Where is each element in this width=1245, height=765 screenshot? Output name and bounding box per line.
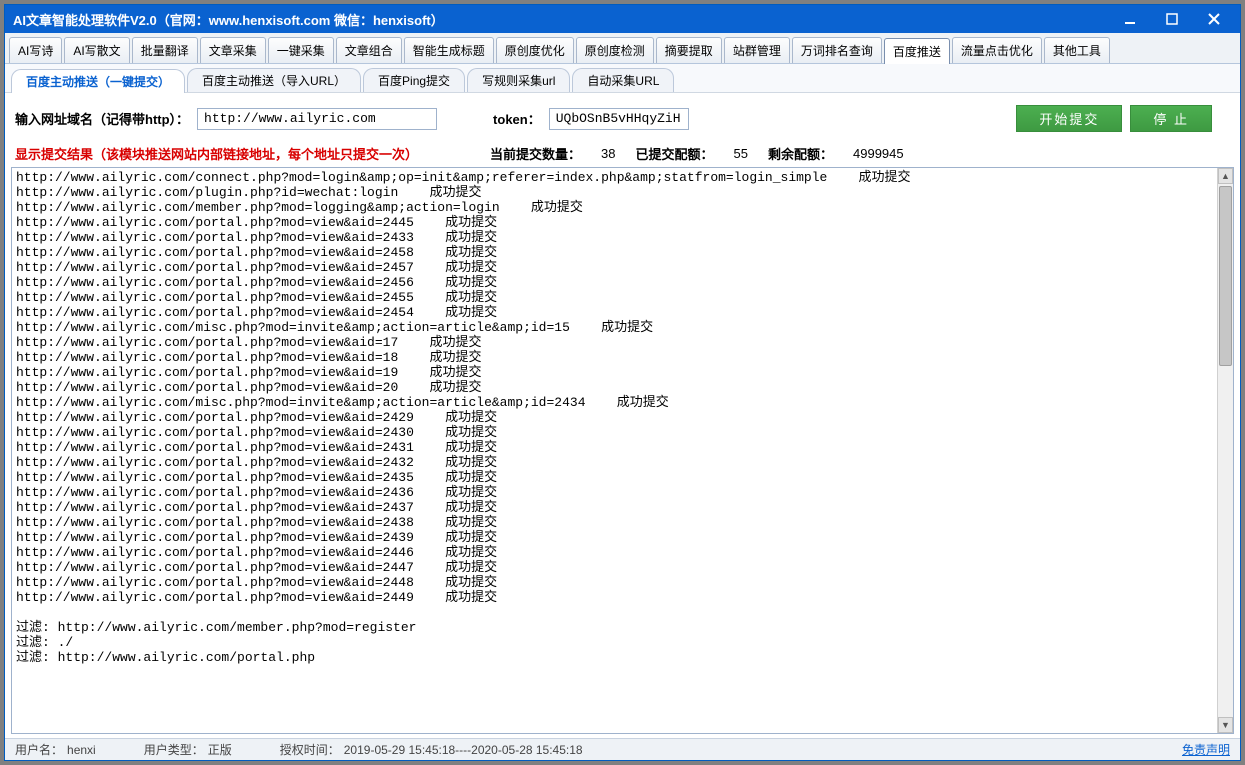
status-user-label: 用户名： bbox=[15, 741, 63, 758]
stats-row: 显示提交结果（该模块推送网站内部链接地址，每个地址只提交一次） 当前提交数量： … bbox=[5, 142, 1240, 167]
submitted-quota-value: 55 bbox=[720, 146, 762, 161]
main-tab-7[interactable]: 原创度优化 bbox=[496, 37, 574, 63]
titlebar: AI文章智能处理软件V2.0（官网：www.henxisoft.com 微信：h… bbox=[5, 5, 1240, 33]
sub-tab-3[interactable]: 写规则采集url bbox=[467, 68, 570, 92]
main-tab-5[interactable]: 文章组合 bbox=[336, 37, 402, 63]
sub-tab-0[interactable]: 百度主动推送（一键提交） bbox=[11, 69, 185, 93]
status-bar: 用户名： henxi 用户类型： 正版 授权时间： 2019-05-29 15:… bbox=[5, 738, 1240, 760]
scroll-thumb[interactable] bbox=[1219, 186, 1232, 366]
status-auth-label: 授权时间： bbox=[280, 741, 340, 758]
remaining-quota-label: 剩余配额： bbox=[768, 144, 833, 163]
main-tab-10[interactable]: 站群管理 bbox=[724, 37, 790, 63]
remaining-quota-value: 4999945 bbox=[839, 146, 918, 161]
main-tab-8[interactable]: 原创度检测 bbox=[576, 37, 654, 63]
current-count-label: 当前提交数量： bbox=[490, 144, 581, 163]
minimize-button[interactable] bbox=[1110, 9, 1150, 29]
token-input[interactable] bbox=[549, 108, 689, 130]
sub-tab-1[interactable]: 百度主动推送（导入URL） bbox=[187, 68, 361, 92]
log-text[interactable]: http://www.ailyric.com/connect.php?mod=l… bbox=[12, 168, 1217, 733]
app-window: AI文章智能处理软件V2.0（官网：www.henxisoft.com 微信：h… bbox=[4, 4, 1241, 761]
scrollbar: ▲ ▼ bbox=[1217, 168, 1233, 733]
main-tab-11[interactable]: 万词排名查询 bbox=[792, 37, 882, 63]
sub-tab-2[interactable]: 百度Ping提交 bbox=[363, 68, 465, 92]
status-auth-value: 2019-05-29 15:45:18----2020-05-28 15:45:… bbox=[344, 743, 583, 757]
status-user-value: henxi bbox=[67, 743, 96, 757]
window-title: AI文章智能处理软件V2.0（官网：www.henxisoft.com 微信：h… bbox=[13, 10, 1108, 29]
scroll-track[interactable] bbox=[1218, 184, 1233, 717]
submitted-quota-label: 已提交配额： bbox=[636, 144, 714, 163]
main-tab-3[interactable]: 文章采集 bbox=[200, 37, 266, 63]
start-submit-button[interactable]: 开始提交 bbox=[1016, 105, 1122, 132]
main-tab-6[interactable]: 智能生成标题 bbox=[404, 37, 494, 63]
domain-label: 输入网址域名（记得带http）： bbox=[15, 109, 189, 128]
disclaimer-link[interactable]: 免责声明 bbox=[1182, 741, 1230, 758]
main-tab-13[interactable]: 流量点击优化 bbox=[952, 37, 1042, 63]
close-button[interactable] bbox=[1194, 9, 1234, 29]
sub-tab-bar: 百度主动推送（一键提交）百度主动推送（导入URL）百度Ping提交写规则采集ur… bbox=[5, 64, 1240, 93]
main-tab-2[interactable]: 批量翻译 bbox=[132, 37, 198, 63]
sub-tab-4[interactable]: 自动采集URL bbox=[572, 68, 674, 92]
log-panel: http://www.ailyric.com/connect.php?mod=l… bbox=[11, 167, 1234, 734]
status-type-label: 用户类型： bbox=[144, 741, 204, 758]
main-tab-4[interactable]: 一键采集 bbox=[268, 37, 334, 63]
main-tab-12[interactable]: 百度推送 bbox=[884, 38, 950, 64]
main-tab-1[interactable]: AI写散文 bbox=[64, 37, 129, 63]
maximize-button[interactable] bbox=[1152, 9, 1192, 29]
status-type-value: 正版 bbox=[208, 741, 232, 758]
scroll-up-button[interactable]: ▲ bbox=[1218, 168, 1233, 184]
stop-button[interactable]: 停 止 bbox=[1130, 105, 1212, 132]
main-tab-bar: AI写诗AI写散文批量翻译文章采集一键采集文章组合智能生成标题原创度优化原创度检… bbox=[5, 33, 1240, 64]
main-tab-9[interactable]: 摘要提取 bbox=[656, 37, 722, 63]
scroll-down-button[interactable]: ▼ bbox=[1218, 717, 1233, 733]
domain-input[interactable] bbox=[197, 108, 437, 130]
input-row: 输入网址域名（记得带http）： token： 开始提交 停 止 bbox=[5, 93, 1240, 142]
main-tab-14[interactable]: 其他工具 bbox=[1044, 37, 1110, 63]
main-tab-0[interactable]: AI写诗 bbox=[9, 37, 62, 63]
current-count-value: 38 bbox=[587, 146, 629, 161]
token-label: token： bbox=[493, 109, 541, 128]
result-label: 显示提交结果（该模块推送网站内部链接地址，每个地址只提交一次） bbox=[15, 144, 418, 163]
